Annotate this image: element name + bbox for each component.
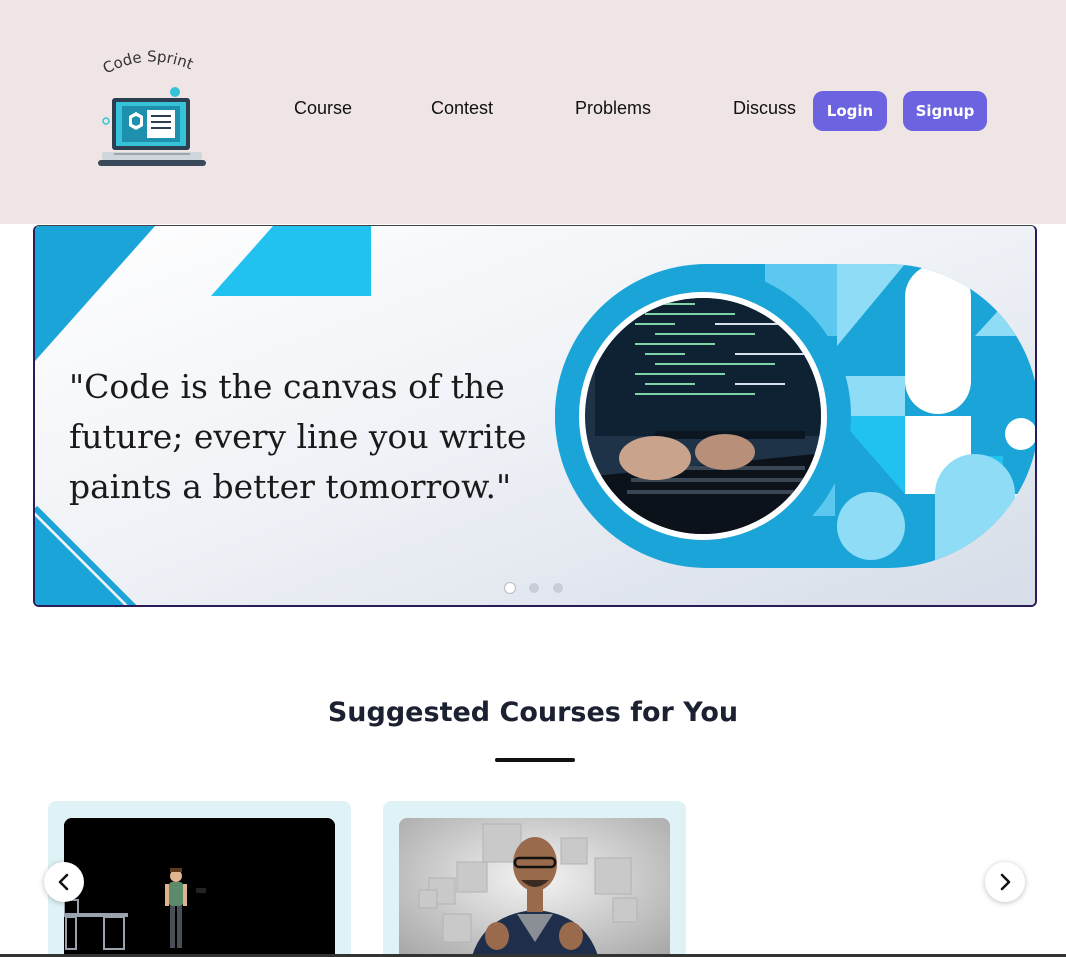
section-title-underline [495, 758, 575, 762]
course-card[interactable] [48, 801, 351, 957]
chevron-right-icon [1000, 873, 1011, 891]
site-logo[interactable]: Code Sprint [92, 46, 212, 176]
svg-text:Code Sprint: Code Sprint [100, 47, 196, 77]
login-button[interactable]: Login [813, 91, 887, 131]
page: Code Sprint Course Contest Problems Disc… [0, 0, 1066, 957]
course-thumbnail [399, 818, 670, 957]
nav-problems[interactable]: Problems [575, 98, 651, 126]
signup-button[interactable]: Signup [903, 91, 987, 131]
course-thumbnail-art [64, 818, 335, 957]
section-title: Suggested Courses for You [327, 697, 739, 728]
course-card[interactable] [383, 801, 686, 957]
course-thumbnail-art [399, 818, 670, 957]
site-header: Code Sprint Course Contest Problems Disc… [0, 0, 1066, 224]
nav-contest[interactable]: Contest [431, 98, 493, 126]
hero-quote: "Code is the canvas of the future; every… [69, 362, 529, 512]
hero-quote-line: paints a better tomorrow." [69, 467, 512, 506]
carousel-indicators [505, 583, 563, 593]
nav-course[interactable]: Course [294, 98, 352, 126]
hero-quote-line: future; every line you write [69, 417, 527, 456]
hero-quote-line: "Code is the canvas of the [69, 367, 505, 406]
carousel-dot-2[interactable] [529, 583, 539, 593]
carousel-dot-1[interactable] [505, 583, 515, 593]
carousel-next-button[interactable] [985, 862, 1025, 902]
carousel-prev-button[interactable] [44, 862, 84, 902]
nav-discuss[interactable]: Discuss [733, 98, 796, 126]
chevron-left-icon [58, 873, 69, 891]
hero-carousel[interactable]: "Code is the canvas of the future; every… [33, 225, 1037, 607]
course-thumbnail [64, 818, 335, 957]
carousel-dot-3[interactable] [553, 583, 563, 593]
laptop-logo-icon: Code Sprint [98, 47, 206, 166]
